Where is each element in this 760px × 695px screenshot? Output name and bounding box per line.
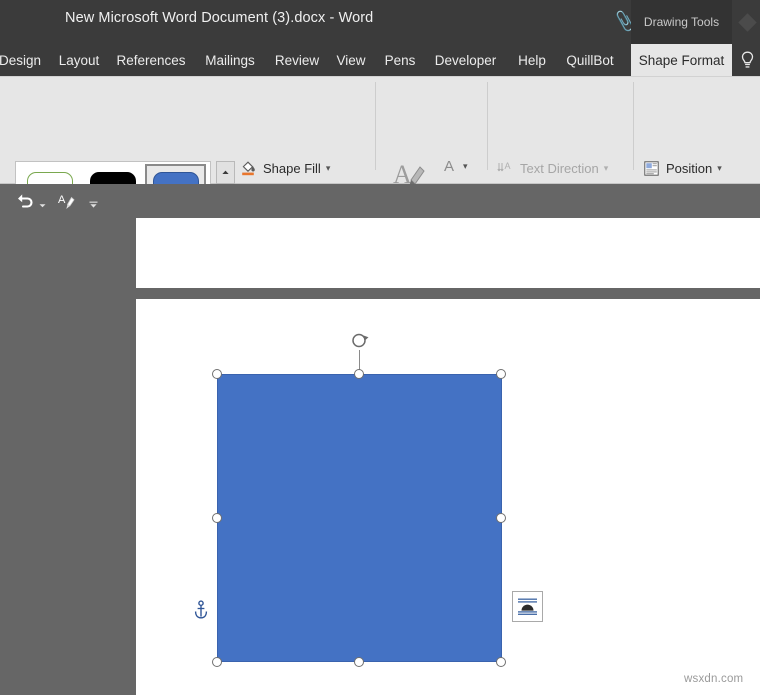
- quick-access-toolbar: A: [0, 184, 760, 218]
- chevron-down-icon: ▾: [325, 163, 331, 173]
- chevron-down-icon: ▾: [717, 163, 722, 173]
- chevron-down-icon: [39, 204, 46, 208]
- resize-handle-top-center[interactable]: [354, 369, 364, 379]
- position-label: Position: [666, 161, 713, 176]
- shape-fill-label: Shape Fill: [263, 161, 321, 176]
- title-bar: New Microsoft Word Document (3).docx - W…: [0, 0, 760, 44]
- customize-quick-access-toolbar-button[interactable]: [88, 196, 99, 214]
- site-watermark: wsxdn.com: [684, 673, 744, 685]
- tell-me-button[interactable]: [734, 44, 760, 76]
- group-separator-2: [487, 82, 488, 170]
- contextual-tools-label: Drawing Tools: [631, 0, 732, 44]
- text-fill-button[interactable]: A ▾: [440, 158, 468, 175]
- undo-button[interactable]: [14, 190, 36, 212]
- tab-label: View: [336, 52, 366, 68]
- tab-label: QuillBot: [566, 52, 614, 68]
- tab-label: Help: [518, 52, 546, 68]
- ribbon-top-divider: [0, 76, 760, 77]
- tab-developer[interactable]: Developer: [428, 44, 503, 76]
- svg-text:A: A: [58, 194, 66, 206]
- position-icon: [643, 160, 660, 177]
- wrap-text-square-icon: [518, 598, 537, 615]
- rotation-handle[interactable]: [350, 331, 370, 351]
- lightbulb-icon: [741, 51, 753, 68]
- tab-label: Design: [0, 52, 42, 68]
- resize-handle-top-left[interactable]: [212, 369, 222, 379]
- group-separator-1: [375, 82, 376, 170]
- tab-view[interactable]: View: [332, 44, 370, 76]
- ribbon: AbcAbcAbc: [0, 76, 760, 253]
- text-direction-icon: A: [497, 160, 514, 177]
- rotate-icon: [352, 333, 369, 348]
- tab-label: Pens: [384, 52, 416, 68]
- tab-quillbot[interactable]: QuillBot: [559, 44, 621, 76]
- chevron-up-icon: [222, 170, 229, 174]
- text-fill-letter: A: [443, 158, 454, 175]
- tab-label: Developer: [434, 52, 497, 68]
- chevron-down-icon: [89, 201, 98, 208]
- object-anchor-icon: [193, 600, 209, 620]
- tab-label: Layout: [58, 52, 100, 68]
- rectangle-shape[interactable]: [217, 374, 502, 662]
- svg-text:A: A: [505, 161, 511, 171]
- ribbon-tab-strip: Design Layout References Mailings Review View…: [0, 44, 760, 76]
- resize-handle-middle-left[interactable]: [212, 513, 222, 523]
- resize-handle-middle-right[interactable]: [496, 513, 506, 523]
- undo-dropdown-button[interactable]: [38, 196, 47, 214]
- gallery-scroll-up-button[interactable]: [216, 161, 235, 184]
- text-direction-button[interactable]: A Text Direction ▾: [497, 160, 608, 177]
- tab-review[interactable]: Review: [271, 44, 323, 76]
- tab-references[interactable]: References: [113, 44, 189, 76]
- tab-layout[interactable]: Layout: [54, 44, 104, 76]
- shape-fill-button[interactable]: Shape Fill ▾: [240, 160, 330, 177]
- resize-handle-bottom-center[interactable]: [354, 657, 364, 667]
- format-painter-icon: A: [58, 194, 75, 209]
- document-page-top: [136, 218, 760, 288]
- position-button[interactable]: Position ▾: [643, 160, 722, 177]
- tab-design[interactable]: Design: [0, 44, 42, 76]
- tab-shape-format[interactable]: Shape Format: [631, 44, 732, 76]
- format-painter-button[interactable]: A: [55, 190, 77, 212]
- tab-label: Review: [274, 52, 320, 68]
- tab-label: Mailings: [205, 52, 255, 68]
- document-canvas: wsxdn.com: [0, 218, 760, 695]
- chevron-down-icon: ▾: [463, 161, 468, 171]
- document-title: New Microsoft Word Document (3).docx - W…: [65, 10, 374, 26]
- resize-handle-top-right[interactable]: [496, 369, 506, 379]
- undo-icon: [17, 194, 33, 208]
- tab-mailings[interactable]: Mailings: [199, 44, 261, 76]
- tab-label: References: [116, 52, 186, 68]
- paint-bucket-icon: [240, 160, 257, 177]
- layout-options-button[interactable]: [512, 591, 543, 622]
- group-separator-3: [633, 82, 634, 170]
- resize-handle-bottom-right[interactable]: [496, 657, 506, 667]
- tab-label: Shape Format: [638, 52, 725, 68]
- text-direction-label: Text Direction: [520, 161, 599, 176]
- chevron-down-icon: ▾: [603, 163, 609, 173]
- tab-pens[interactable]: Pens: [381, 44, 419, 76]
- tab-help[interactable]: Help: [513, 44, 551, 76]
- word-window: New Microsoft Word Document (3).docx - W…: [0, 0, 760, 695]
- resize-handle-bottom-left[interactable]: [212, 657, 222, 667]
